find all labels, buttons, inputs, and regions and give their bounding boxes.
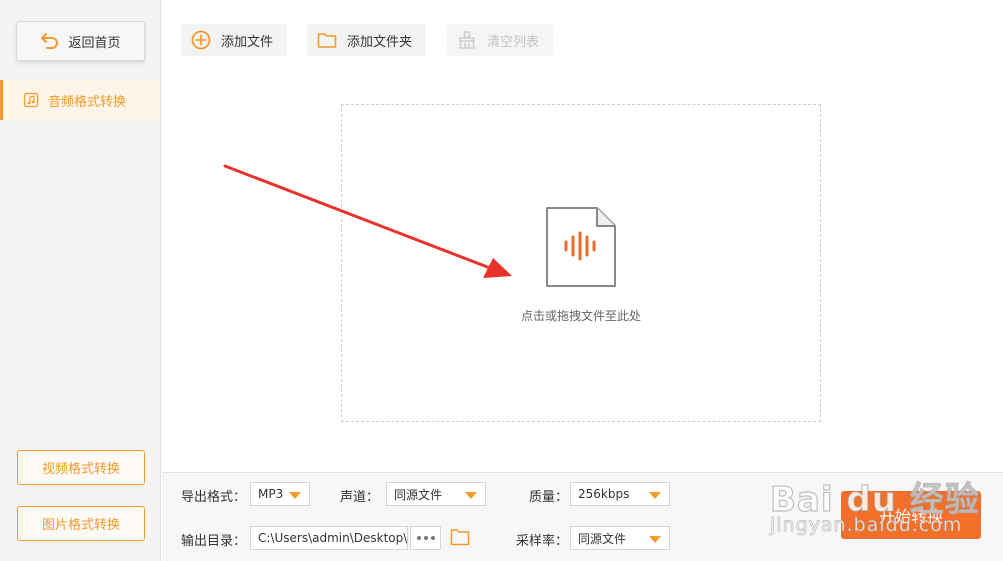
sidebar: 返回首页 音频格式转换 视频格式转换 图片格式转换 [0, 0, 161, 561]
samplerate-label: 采样率： [516, 534, 569, 549]
add-file-button[interactable]: 添加文件 [181, 24, 287, 56]
dot-icon [430, 536, 435, 540]
clear-list-label: 清空列表 [487, 34, 540, 50]
output-dir-label: 输出目录： [181, 534, 247, 549]
file-drop-zone[interactable]: 点击或拖拽文件至此处 [341, 104, 821, 422]
broom-icon [459, 31, 475, 49]
chevron-down-icon [465, 492, 477, 499]
sidebar-item-label: 音频格式转换 [48, 94, 127, 110]
dot-icon [423, 536, 428, 540]
channel-select[interactable]: 同源文件 [386, 482, 486, 506]
video-convert-button[interactable]: 视频格式转换 [17, 450, 145, 485]
output-dir-input[interactable]: C:\Users\admin\Desktop\ [250, 526, 408, 550]
image-convert-button[interactable]: 图片格式转换 [17, 506, 145, 541]
folder-icon [317, 33, 337, 48]
chevron-down-icon [289, 492, 301, 499]
browse-more-button[interactable] [410, 526, 441, 550]
format-value: MP3 [258, 487, 284, 501]
channel-value: 同源文件 [394, 487, 443, 502]
quality-label: 质量： [529, 490, 569, 505]
chevron-down-icon [649, 536, 661, 543]
plus-circle-icon [191, 30, 211, 50]
back-arrow-icon [41, 33, 59, 49]
music-note-icon [23, 92, 39, 108]
chevron-down-icon [649, 492, 661, 499]
back-home-label: 返回首页 [68, 35, 121, 51]
format-label: 导出格式： [181, 490, 247, 505]
quality-value: 256kbps [578, 487, 630, 501]
add-file-label: 添加文件 [221, 34, 274, 50]
back-home-button[interactable]: 返回首页 [16, 21, 145, 61]
dot-icon [416, 536, 421, 540]
start-convert-button[interactable]: 开始转换 [841, 491, 981, 539]
sidebar-item-audio-convert[interactable]: 音频格式转换 [0, 80, 160, 120]
add-folder-label: 添加文件夹 [347, 34, 413, 50]
clear-list-button[interactable]: 清空列表 [447, 24, 553, 56]
channel-label: 声道： [340, 490, 380, 505]
drop-hint-text: 点击或拖拽文件至此处 [520, 309, 641, 323]
format-select[interactable]: MP3 [250, 482, 310, 506]
quality-select[interactable]: 256kbps [570, 482, 670, 506]
add-folder-button[interactable]: 添加文件夹 [307, 24, 426, 56]
open-folder-icon[interactable] [450, 528, 470, 546]
samplerate-value: 同源文件 [578, 531, 627, 546]
samplerate-select[interactable]: 同源文件 [570, 526, 670, 550]
audio-file-icon [546, 207, 616, 287]
